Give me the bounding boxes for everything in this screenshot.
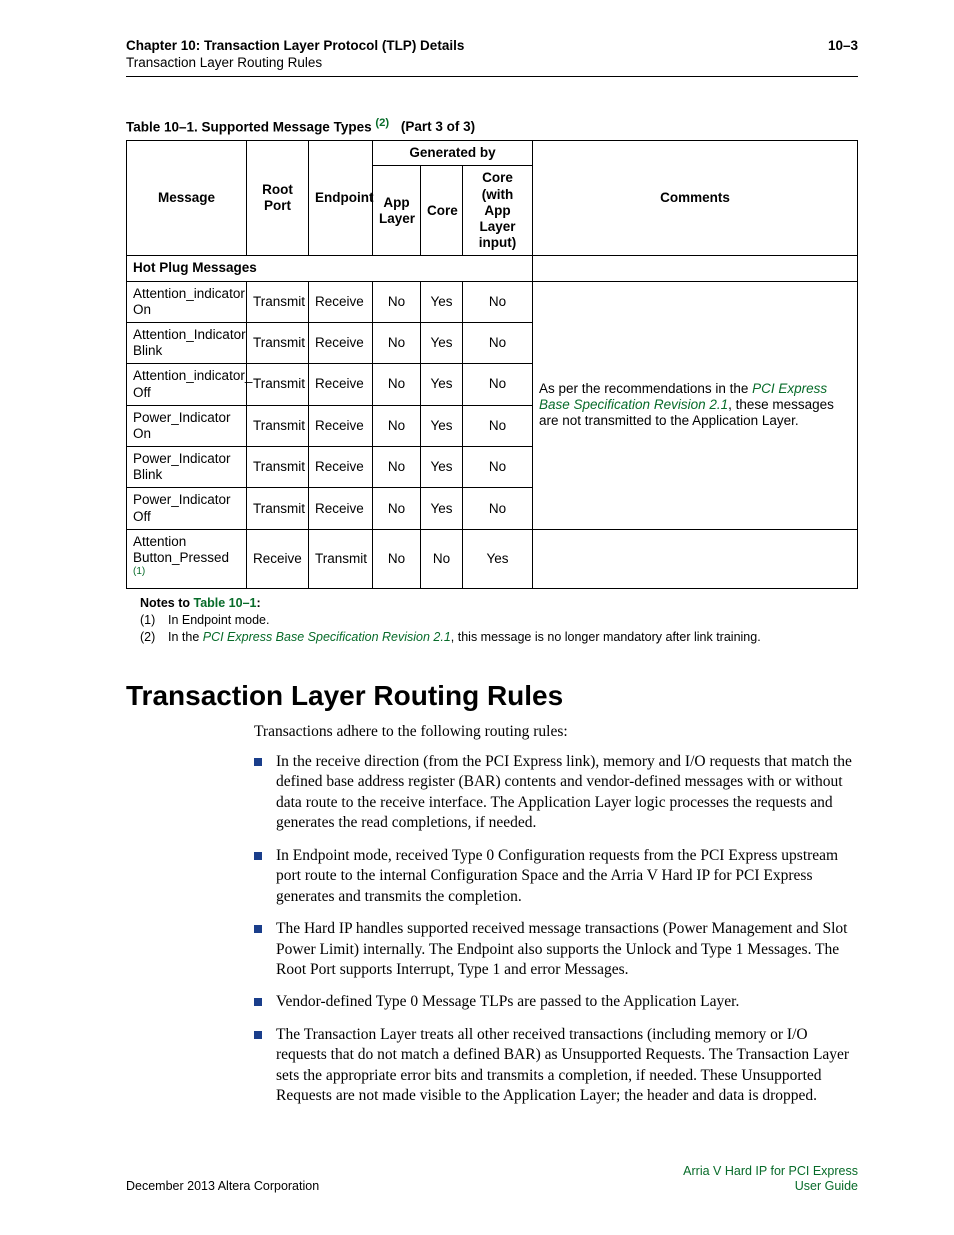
rules-list: In the receive direction (from the PCI E…	[254, 752, 858, 1107]
th-endpoint: Endpoint	[309, 141, 373, 256]
notes-title: Notes to Table 10–1:	[140, 595, 858, 612]
cell-rp: Receive	[247, 529, 309, 588]
cell-cw: No	[463, 447, 533, 488]
cell-al: No	[373, 488, 421, 529]
cell-rp: Transmit	[247, 488, 309, 529]
notes-title-pre: Notes to	[140, 596, 193, 610]
section-heading: Transaction Layer Routing Rules	[126, 680, 858, 712]
cell-rp: Transmit	[247, 364, 309, 405]
cell-core: No	[421, 529, 463, 588]
th-generated-by: Generated by	[373, 141, 533, 166]
caption-footnote-link[interactable]: (2)	[375, 117, 389, 129]
cell-ep: Receive	[309, 405, 373, 446]
page-footer: December 2013 Altera Corporation Arria V…	[126, 1164, 858, 1195]
cell-core: Yes	[421, 447, 463, 488]
cell-ep: Receive	[309, 322, 373, 363]
cell-msg: Attention_indicator_ Off	[127, 364, 247, 405]
list-item: In the receive direction (from the PCI E…	[254, 752, 858, 834]
cell-al: No	[373, 529, 421, 588]
note-item: (1) In Endpoint mode.	[140, 612, 858, 629]
cell-msg: Power_Indicator On	[127, 405, 247, 446]
cell-al: No	[373, 405, 421, 446]
th-core-with: Core (with App Layer input)	[463, 166, 533, 256]
cell-cw: No	[463, 281, 533, 322]
footer-right[interactable]: Arria V Hard IP for PCI Express User Gui…	[683, 1164, 858, 1195]
cell-rp: Transmit	[247, 281, 309, 322]
th-message: Message	[127, 141, 247, 256]
cell-rp: Transmit	[247, 322, 309, 363]
cell-core: Yes	[421, 281, 463, 322]
notes-title-post: :	[257, 596, 261, 610]
note-num: (2)	[140, 629, 168, 646]
note-item: (2) In the PCI Express Base Specificatio…	[140, 629, 858, 646]
cell-ep: Receive	[309, 488, 373, 529]
list-item: The Transaction Layer treats all other r…	[254, 1025, 858, 1107]
table-caption: Table 10–1. Supported Message Types (2) …	[126, 117, 858, 135]
note-text-pre: In the	[168, 630, 203, 644]
header-left: Chapter 10: Transaction Layer Protocol (…	[126, 38, 464, 72]
comments-pre: As per the recommendations in the	[539, 381, 752, 396]
section-body: Transactions adhere to the following rou…	[254, 722, 858, 1107]
cell-al: No	[373, 447, 421, 488]
cell-core: Yes	[421, 364, 463, 405]
cell-cw: No	[463, 405, 533, 446]
cell-core: Yes	[421, 322, 463, 363]
note-text: In the PCI Express Base Specification Re…	[168, 629, 761, 646]
cell-al: No	[373, 322, 421, 363]
note-text-pre: In Endpoint mode.	[168, 613, 269, 627]
note-num: (1)	[140, 612, 168, 629]
caption-part: (Part 3 of 3)	[401, 119, 475, 134]
cell-rp: Transmit	[247, 405, 309, 446]
list-item: In Endpoint mode, received Type 0 Config…	[254, 846, 858, 907]
cell-ep: Receive	[309, 281, 373, 322]
cell-msg: Attention_indicator On	[127, 281, 247, 322]
cell-core: Yes	[421, 488, 463, 529]
th-root-port: Root Port	[247, 141, 309, 256]
table-notes: Notes to Table 10–1: (1) In Endpoint mod…	[126, 595, 858, 646]
msg-footnote-link[interactable]: (1)	[133, 566, 145, 577]
cell-cw: No	[463, 364, 533, 405]
section-intro: Transactions adhere to the following rou…	[254, 722, 858, 742]
th-core: Core	[421, 166, 463, 256]
cell-ep: Receive	[309, 447, 373, 488]
cell-msg: Power_Indicator Blink	[127, 447, 247, 488]
note-text: In Endpoint mode.	[168, 612, 269, 629]
cell-msg: Power_Indicator Off	[127, 488, 247, 529]
page-header: Chapter 10: Transaction Layer Protocol (…	[126, 38, 858, 72]
list-item: The Hard IP handles supported received m…	[254, 919, 858, 980]
cell-core: Yes	[421, 405, 463, 446]
msg-pre: Attention Button_Pressed	[133, 534, 229, 565]
notes-title-link[interactable]: Table 10–1	[193, 596, 256, 610]
comments-cell: As per the recommendations in the PCI Ex…	[533, 281, 858, 529]
chapter-title: Chapter 10: Transaction Layer Protocol (…	[126, 38, 464, 55]
page-number: 10–3	[828, 38, 858, 72]
cell-rp: Transmit	[247, 447, 309, 488]
cell-msg: Attention Button_Pressed (1)	[127, 529, 247, 588]
supported-message-types-table: Message Root Port Endpoint Generated by …	[126, 140, 858, 589]
header-section: Transaction Layer Routing Rules	[126, 55, 464, 72]
section-hot-plug: Hot Plug Messages	[127, 256, 533, 281]
cell-al: No	[373, 281, 421, 322]
footer-left: December 2013 Altera Corporation	[126, 1179, 319, 1195]
cell-cw: No	[463, 488, 533, 529]
cell-al: No	[373, 364, 421, 405]
section-comments-empty	[533, 256, 858, 281]
footer-right-1: Arria V Hard IP for PCI Express	[683, 1164, 858, 1178]
spec-link[interactable]: PCI Express Base Specification Revision …	[203, 630, 451, 644]
comments-empty	[533, 529, 858, 588]
cell-cw: No	[463, 322, 533, 363]
list-item: Vendor-defined Type 0 Message TLPs are p…	[254, 992, 858, 1012]
note-text-post: , this message is no longer mandatory af…	[451, 630, 761, 644]
cell-ep: Transmit	[309, 529, 373, 588]
cell-cw: Yes	[463, 529, 533, 588]
header-rule	[126, 76, 858, 77]
table-row: Attention_indicator On Transmit Receive …	[127, 281, 858, 322]
table-row: Attention Button_Pressed (1) Receive Tra…	[127, 529, 858, 588]
footer-right-2: User Guide	[795, 1179, 858, 1193]
th-comments: Comments	[533, 141, 858, 256]
caption-prefix: Table 10–1. Supported Message Types	[126, 119, 372, 134]
cell-msg: Attention_Indicator Blink	[127, 322, 247, 363]
cell-ep: Receive	[309, 364, 373, 405]
th-app-layer: App Layer	[373, 166, 421, 256]
